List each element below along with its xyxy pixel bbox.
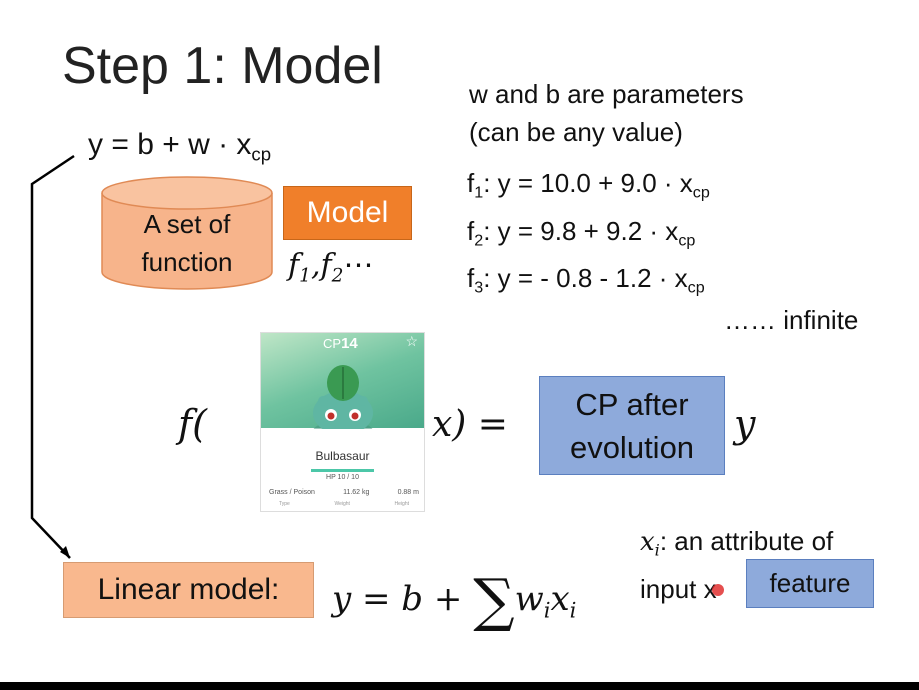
infinite-label: …… infinite bbox=[724, 305, 859, 335]
model-equation-sub: cp bbox=[251, 143, 272, 165]
func-close: x) = bbox=[432, 404, 508, 445]
output-line2: evolution bbox=[569, 430, 695, 465]
feature-box: feature bbox=[746, 559, 874, 608]
laser-pointer-dot bbox=[712, 584, 724, 596]
card-cp: CP14 bbox=[323, 335, 358, 352]
model-equation: y = b + w · xcp bbox=[88, 128, 271, 166]
card-name: Bulbasaur bbox=[315, 449, 370, 463]
params-note-line1: w and b are parameters bbox=[469, 79, 744, 109]
pokemon-card: CP14 ☆ Bulbasaur HP 10 / 10 Grass / Pois… bbox=[260, 332, 425, 512]
function-set-notation: f1,f2⋯ bbox=[288, 248, 374, 287]
func-open: f( bbox=[178, 402, 207, 446]
star-icon: ☆ bbox=[405, 333, 418, 349]
card-hp: HP 10 / 10 bbox=[326, 474, 359, 481]
linear-model-box: Linear model: bbox=[63, 562, 314, 618]
output-var: y bbox=[734, 402, 756, 446]
slide-title: Step 1: Model bbox=[62, 37, 383, 95]
set-label-line1: A set of bbox=[143, 209, 231, 239]
function-f1: f1: y = 10.0 + 9.0 · xcp bbox=[467, 168, 710, 202]
function-set-cylinder: A set of function bbox=[100, 175, 274, 290]
bracket-arrow bbox=[30, 154, 75, 559]
function-f2: f2: y = 9.8 + 9.2 · xcp bbox=[467, 216, 696, 250]
function-f3: f3: y = - 0.8 - 1.2 · xcp bbox=[467, 263, 705, 297]
card-stat-labels: Type Weight Height bbox=[279, 501, 409, 507]
set-label-line2: function bbox=[141, 247, 233, 277]
bottom-bar bbox=[0, 682, 919, 690]
params-note: w and b are parameters (can be any value… bbox=[469, 75, 744, 151]
card-stats: Grass / Poison 11.62 kg 0.88 m bbox=[269, 489, 419, 496]
cp-after-evolution-box: CP after evolution bbox=[539, 376, 725, 475]
output-line1: CP after bbox=[575, 387, 689, 422]
params-note-line2: (can be any value) bbox=[469, 117, 683, 147]
model-box: Model bbox=[283, 186, 412, 240]
model-equation-main: y = b + w · x bbox=[88, 128, 252, 161]
linear-equation: y = b + ∑wixi bbox=[332, 566, 577, 634]
